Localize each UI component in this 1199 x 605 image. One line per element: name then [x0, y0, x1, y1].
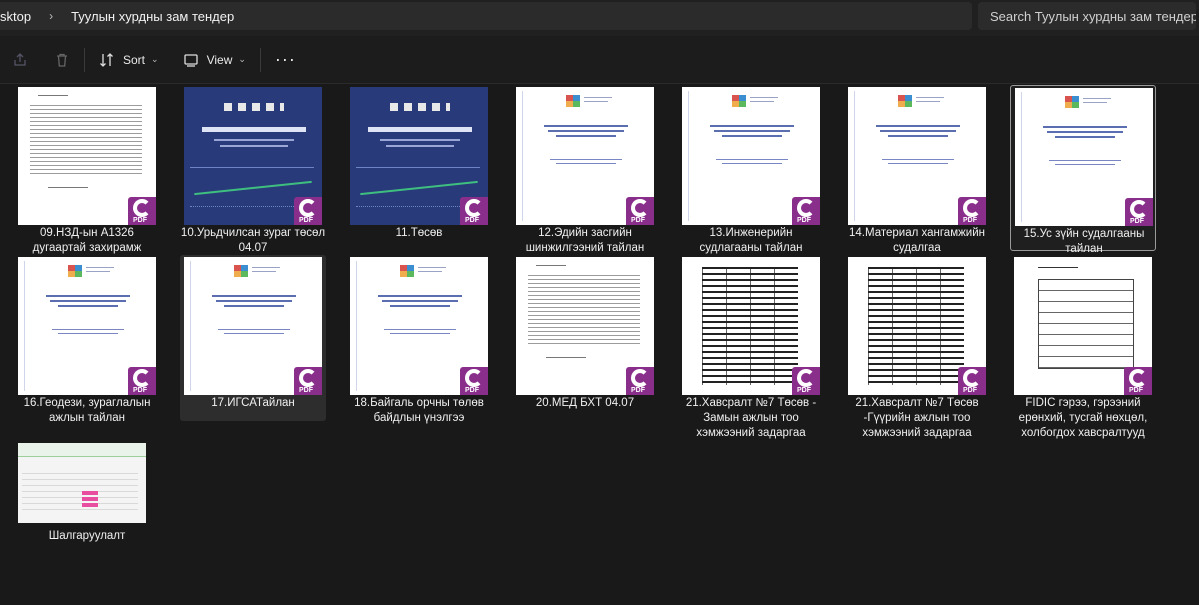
- view-icon: [183, 53, 198, 67]
- chevron-down-icon: ⌄: [238, 54, 246, 64]
- ellipsis-icon: ···: [274, 49, 296, 69]
- file-name-label: 21.Хавсралт №7 Төсөв - Замын ажлын тоо х…: [685, 397, 817, 439]
- file-thumbnail: PDF: [516, 87, 654, 225]
- view-button[interactable]: View ⌄: [175, 44, 254, 76]
- file-thumbnail: PDF: [1015, 88, 1153, 226]
- file-item[interactable]: PDF 21.Хавсралт №7 Төсөв -Гүүрийн ажлын т…: [844, 255, 990, 439]
- pdf-file-icon: PDF: [128, 367, 156, 395]
- file-thumbnail: [18, 443, 146, 523]
- file-thumbnail: PDF: [682, 257, 820, 395]
- chevron-down-icon: ⌄: [151, 54, 159, 64]
- search-input[interactable]: [990, 8, 1196, 24]
- file-item[interactable]: PDF FIDIC гэрээ, гэрээний ерөнхий, тусгай…: [1010, 255, 1156, 439]
- file-item[interactable]: PDF 09.НЗД-ын А1326 дугаартай захирамж: [14, 85, 160, 254]
- sort-icon: [100, 52, 113, 67]
- file-name-label: 18.Байгаль орчны төлөв байдлын үнэлгээ: [354, 397, 484, 424]
- file-item[interactable]: PDF 16.Геодези, зураглалын ажлын тайлан: [14, 255, 160, 424]
- pdf-file-icon: PDF: [958, 197, 986, 225]
- file-name-label: 10.Урьдчилсан зураг төсөл 04.07: [180, 227, 326, 254]
- file-item[interactable]: PDF 21.Хавсралт №7 Төсөв - Замын ажлын то…: [678, 255, 824, 439]
- file-name-label: FIDIC гэрээ, гэрээний ерөнхий, тусгай нө…: [1018, 397, 1148, 439]
- file-item[interactable]: PDF 20.МЕД БХТ 04.07: [512, 255, 658, 421]
- file-name-label: 20.МЕД БХТ 04.07: [535, 397, 635, 409]
- pdf-file-icon: PDF: [128, 197, 156, 225]
- file-item[interactable]: PDF 10.Урьдчилсан зураг төсөл 04.07: [180, 85, 326, 254]
- pdf-file-icon: PDF: [294, 197, 322, 225]
- file-thumbnail: PDF: [848, 257, 986, 395]
- view-label: View: [206, 52, 233, 67]
- pdf-file-icon: PDF: [626, 367, 654, 395]
- file-name-label: 16.Геодези, зураглалын ажлын тайлан: [23, 397, 151, 424]
- pdf-file-icon: PDF: [294, 367, 322, 395]
- file-item[interactable]: PDF 18.Байгаль орчны төлөв байдлын үнэлгэ…: [346, 255, 492, 424]
- file-item[interactable]: Шалгаруулалт: [14, 441, 160, 551]
- file-item[interactable]: PDF 13.Инженерийн судлагааны тайлан: [678, 85, 824, 254]
- file-item[interactable]: PDF 11.Төсөв: [346, 85, 492, 251]
- trash-icon: [57, 53, 67, 67]
- file-name-label: 14.Материал хангамжийн судалгаа: [849, 227, 985, 254]
- share-icon: [14, 52, 26, 66]
- pdf-file-icon: PDF: [1125, 198, 1153, 226]
- breadcrumb-desktop[interactable]: sktop: [0, 9, 31, 24]
- pdf-file-icon: PDF: [792, 197, 820, 225]
- breadcrumb-chevron-icon: ›: [49, 9, 54, 23]
- breadcrumb-current-folder[interactable]: Туулын хурдны зам тендер: [71, 9, 234, 24]
- file-thumbnail: PDF: [184, 87, 322, 225]
- file-thumbnail: PDF: [18, 257, 156, 395]
- pdf-file-icon: PDF: [1124, 367, 1152, 395]
- pdf-file-icon: PDF: [626, 197, 654, 225]
- file-thumbnail: PDF: [18, 87, 156, 225]
- pdf-file-icon: PDF: [958, 367, 986, 395]
- file-thumbnail: PDF: [516, 257, 654, 395]
- search-box[interactable]: [978, 2, 1196, 30]
- file-name-label: Шалгаруулалт: [48, 530, 126, 542]
- file-name-label: 13.Инженерийн судлагааны тайлан: [699, 227, 803, 254]
- file-name-label: 09.НЗД-ын А1326 дугаартай захирамж: [32, 227, 142, 254]
- toolbar-divider: [259, 47, 261, 72]
- file-thumbnail: PDF: [184, 257, 322, 395]
- file-name-label: 21.Хавсралт №7 Төсөв -Гүүрийн ажлын тоо …: [855, 397, 979, 439]
- file-name-label: 12.Эдийн засгийн шинжилгээний тайлан: [525, 227, 645, 254]
- title-bar: sktop › Туулын хурдны зам тендер: [0, 0, 1199, 36]
- file-thumbnail: PDF: [682, 87, 820, 225]
- more-options-button[interactable]: ···: [267, 44, 304, 76]
- file-item[interactable]: PDF 12.Эдийн засгийн шинжилгээний тайлан: [512, 85, 658, 254]
- delete-button[interactable]: [46, 44, 78, 76]
- file-thumbnail: PDF: [350, 257, 488, 395]
- file-thumbnail: PDF: [1014, 257, 1152, 395]
- file-name-label: 15.Ус зүйн судалгааны тайлан: [1023, 228, 1145, 255]
- pdf-file-icon: PDF: [460, 197, 488, 225]
- sort-button[interactable]: Sort ⌄: [91, 44, 167, 76]
- toolbar-divider: [84, 47, 85, 72]
- share-button[interactable]: [4, 44, 36, 76]
- file-item[interactable]: PDF 14.Материал хангамжийн судалгаа: [844, 85, 990, 254]
- file-thumbnail: PDF: [350, 87, 488, 225]
- pdf-file-icon: PDF: [460, 367, 488, 395]
- file-thumbnail: PDF: [848, 87, 986, 225]
- command-bar: Sort ⌄ View ⌄ ···: [0, 36, 1199, 84]
- pdf-file-icon: PDF: [792, 367, 820, 395]
- address-bar[interactable]: sktop › Туулын хурдны зам тендер: [0, 2, 972, 30]
- sort-label: Sort: [123, 52, 146, 67]
- file-name-label: 11.Төсөв: [395, 227, 443, 239]
- file-item[interactable]: PDF 15.Ус зүйн судалгааны тайлан: [1010, 85, 1156, 255]
- file-name-label: 17.ИГСАТайлан: [211, 397, 295, 409]
- file-item[interactable]: PDF 17.ИГСАТайлан: [180, 255, 326, 421]
